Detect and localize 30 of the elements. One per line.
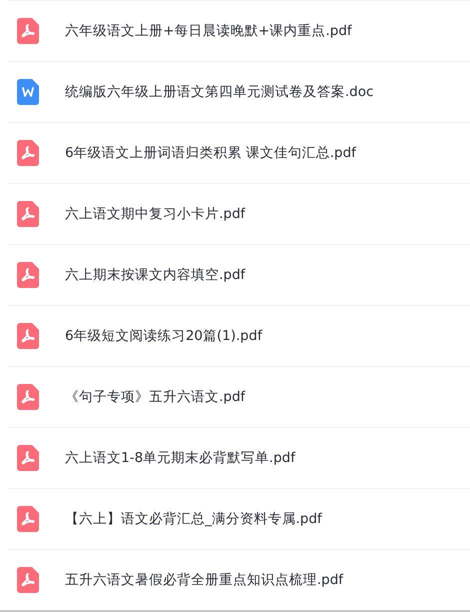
file-name: 【六上】语文必背汇总_满分资料专属.pdf [65,510,322,528]
pdf-file-icon [17,445,39,471]
file-item[interactable]: 六上语文1-8单元期末必背默写单.pdf [8,427,470,488]
file-item[interactable]: 六年级语文上册+每日晨读晚默+课内重点.pdf [8,0,470,61]
pdf-file-icon [17,201,39,227]
file-item[interactable]: 六上期末按课文内容填空.pdf [8,244,470,305]
file-name: 五升六语文暑假必背全册重点知识点梳理.pdf [65,571,344,589]
file-name: 6年级短文阅读练习20篇(1).pdf [65,327,262,345]
file-item[interactable]: 五升六语文暑假必背全册重点知识点梳理.pdf [8,549,470,610]
pdf-file-icon [17,262,39,288]
pdf-file-icon [17,384,39,410]
file-name: 六上语文期中复习小卡片.pdf [65,205,246,223]
file-name: 统编版六年级上册语文第四单元测试卷及答案.doc [65,83,374,101]
pdf-file-icon [17,18,39,44]
pdf-file-icon [17,506,39,532]
file-item[interactable]: 6年级短文阅读练习20篇(1).pdf [8,305,470,366]
file-name: 《句子专项》五升六语文.pdf [65,388,246,406]
file-item[interactable]: 6年级语文上册词语归类积累 课文佳句汇总.pdf [8,122,470,183]
word-document-icon [17,79,39,105]
file-name: 六上期末按课文内容填空.pdf [65,266,246,284]
file-item[interactable]: 【六上】语文必背汇总_满分资料专属.pdf [8,488,470,549]
file-name: 六年级语文上册+每日晨读晚默+课内重点.pdf [65,22,352,40]
file-item[interactable]: 统编版六年级上册语文第四单元测试卷及答案.doc [8,61,470,122]
pdf-file-icon [17,567,39,593]
pdf-file-icon [17,140,39,166]
pdf-file-icon [17,323,39,349]
file-name: 六上语文1-8单元期末必背默写单.pdf [65,449,296,467]
file-item[interactable]: 《句子专项》五升六语文.pdf [8,366,470,427]
file-name: 6年级语文上册词语归类积累 课文佳句汇总.pdf [65,144,356,162]
file-item[interactable]: 六上语文期中复习小卡片.pdf [8,183,470,244]
